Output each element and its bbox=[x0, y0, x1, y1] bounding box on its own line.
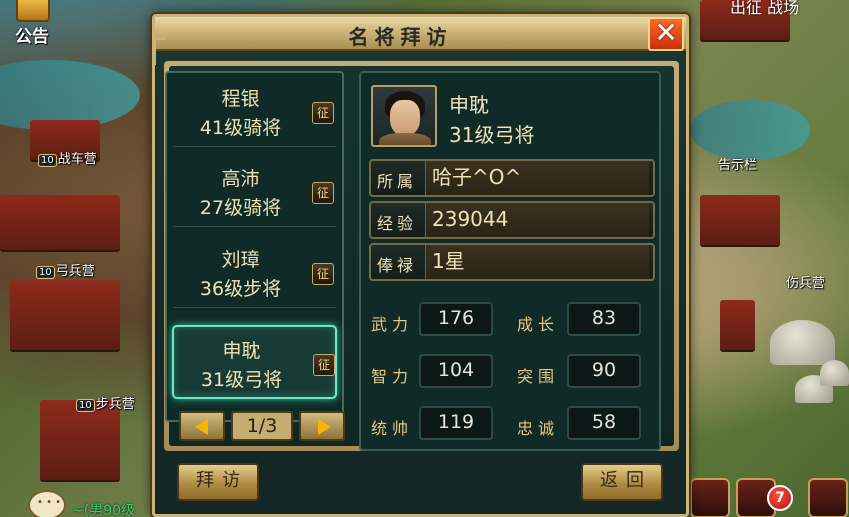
scroll-icon bbox=[16, 0, 50, 22]
stat-value-breakout: 90 bbox=[567, 354, 641, 388]
recruit-button[interactable]: 征 bbox=[313, 354, 335, 376]
general-list-item-selected[interactable]: 申耽 31级弓将 征 bbox=[172, 325, 337, 399]
stat-value-growth: 83 bbox=[567, 302, 641, 336]
stat-value-intelligence: 104 bbox=[419, 354, 493, 388]
recruit-button[interactable]: 征 bbox=[312, 102, 334, 124]
building bbox=[700, 195, 780, 245]
info-row-faction: 所属 哈子^O^ bbox=[369, 159, 655, 197]
notification-badge: 7 bbox=[767, 485, 793, 511]
general-list-item[interactable]: 程银 41级骑将 征 bbox=[173, 75, 336, 147]
map-label-chariot-camp[interactable]: 10 战车营 bbox=[38, 148, 97, 167]
building bbox=[0, 195, 120, 250]
map-label-archer-camp[interactable]: 10 弓兵营 bbox=[36, 260, 95, 279]
building bbox=[40, 400, 120, 480]
general-detail-panel: 申耽 31级弓将 所属 哈子^O^ 经验 239044 俸禄 1星 武力 176… bbox=[359, 71, 661, 451]
dialog-title-bar: 名将拜访 ✕ bbox=[155, 17, 686, 51]
frame-ornament bbox=[153, 37, 165, 65]
arrow-right-icon bbox=[318, 419, 331, 435]
general-portrait bbox=[371, 85, 437, 147]
stat-label-intelligence: 智力 bbox=[371, 367, 414, 386]
general-list-item[interactable]: 高沛 27级骑将 征 bbox=[173, 155, 336, 227]
building bbox=[720, 300, 755, 350]
map-label-infirmary[interactable]: 伤兵营 bbox=[786, 272, 825, 291]
general-list-item[interactable]: 刘璋 36级步将 征 bbox=[173, 236, 336, 308]
prev-page-button[interactable] bbox=[179, 411, 225, 441]
arrow-left-icon bbox=[195, 419, 208, 435]
chat-preview-text[interactable]: ~(男90级 bbox=[72, 500, 135, 517]
info-row-salary: 俸禄 1星 bbox=[369, 243, 655, 281]
map-label-notice-board[interactable]: 告示栏 bbox=[718, 154, 757, 173]
building bbox=[10, 280, 120, 350]
map-label-infantry-camp[interactable]: 10 步兵营 bbox=[76, 393, 135, 412]
yurt bbox=[770, 320, 835, 365]
stat-label-growth: 成长 bbox=[517, 315, 560, 334]
stat-label-loyalty: 忠诚 bbox=[517, 419, 560, 438]
river bbox=[690, 100, 810, 160]
visit-button[interactable]: 拜访 bbox=[177, 463, 259, 501]
bottom-menu-icon[interactable] bbox=[808, 478, 848, 517]
next-page-button[interactable] bbox=[299, 411, 345, 441]
general-list: 程银 41级骑将 征 高沛 27级骑将 征 刘璋 36级步将 征 申耽 31级弓… bbox=[165, 71, 344, 422]
stat-value-force: 176 bbox=[419, 302, 493, 336]
back-button[interactable]: 返回 bbox=[581, 463, 663, 501]
famous-general-visit-dialog: 名将拜访 ✕ 程银 41级骑将 征 高沛 27级骑将 征 刘璋 36级步将 征 … bbox=[152, 14, 689, 517]
list-pager: 1/3 bbox=[179, 411, 345, 441]
stat-label-command: 统帅 bbox=[371, 419, 414, 438]
stat-label-breakout: 突围 bbox=[517, 367, 560, 386]
recruit-button[interactable]: 征 bbox=[312, 182, 334, 204]
yurt bbox=[820, 360, 849, 386]
page-indicator: 1/3 bbox=[231, 411, 293, 441]
info-row-experience: 经验 239044 bbox=[369, 201, 655, 239]
stat-value-loyalty: 58 bbox=[567, 406, 641, 440]
chat-bubble-icon[interactable] bbox=[28, 490, 66, 517]
stat-label-force: 武力 bbox=[371, 315, 414, 334]
close-button[interactable]: ✕ bbox=[648, 17, 684, 51]
general-level: 31级弓将 bbox=[449, 123, 535, 147]
top-right-menu-text[interactable]: 出征 战场 bbox=[730, 0, 799, 18]
bottom-menu-icon[interactable] bbox=[690, 478, 730, 517]
dialog-title: 名将拜访 bbox=[348, 25, 453, 49]
close-icon: ✕ bbox=[654, 16, 678, 49]
general-name: 申耽 bbox=[449, 93, 489, 117]
recruit-button[interactable]: 征 bbox=[312, 263, 334, 285]
notice-button[interactable]: 公告 bbox=[8, 0, 58, 47]
stat-value-command: 119 bbox=[419, 406, 493, 440]
